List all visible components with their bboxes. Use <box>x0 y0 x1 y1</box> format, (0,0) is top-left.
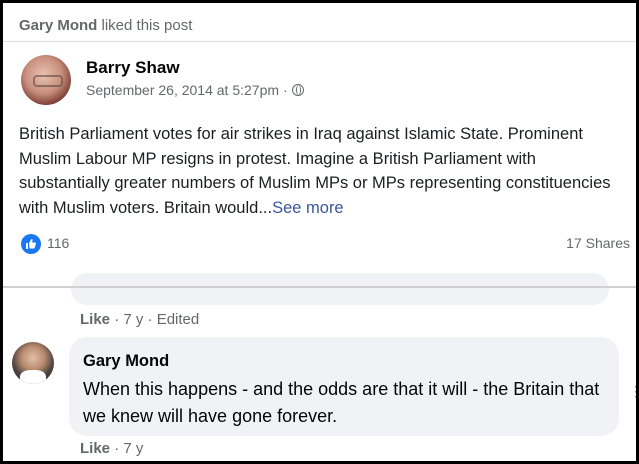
post-author[interactable]: Barry Shaw <box>86 58 180 78</box>
activity-actor[interactable]: Gary Mond <box>19 17 97 34</box>
screenshot-separator <box>3 286 636 288</box>
more-options-icon[interactable]: ⋮ <box>629 383 636 400</box>
commenter-avatar[interactable] <box>12 342 54 384</box>
meta-separator: · <box>283 82 288 98</box>
activity-header: Gary Mond liked this post <box>19 17 192 34</box>
share-count[interactable]: 17 Shares <box>566 235 630 251</box>
comment-text: When this happens - and the odds are tha… <box>83 379 600 426</box>
like-reaction-icon[interactable] <box>21 234 41 254</box>
comment-actions: Like · 7 y <box>80 440 143 457</box>
avatar-glasses <box>33 75 63 87</box>
previous-comment-like-button[interactable]: Like <box>80 311 110 328</box>
author-avatar[interactable] <box>21 55 71 105</box>
previous-comment-bubble <box>71 273 609 305</box>
activity-action: liked this post <box>101 17 193 34</box>
comment-meta: · 7 y <box>114 440 144 457</box>
like-count[interactable]: 116 <box>47 235 69 251</box>
thumbs-up-icon <box>26 239 36 249</box>
previous-comment-meta: · 7 y · Edited <box>114 311 200 328</box>
see-more-link[interactable]: See more <box>272 199 344 217</box>
header-divider <box>3 41 636 42</box>
post-timestamp[interactable]: September 26, 2014 at 5:27pm <box>86 82 279 98</box>
previous-comment-actions: Like · 7 y · Edited <box>80 311 199 328</box>
post-text: British Parliament votes for air strikes… <box>19 122 624 220</box>
post-card: Gary Mond liked this post Barry Shaw Sep… <box>3 3 636 461</box>
post-meta: September 26, 2014 at 5:27pm · <box>86 82 304 98</box>
avatar-shirt <box>20 370 46 384</box>
globe-icon <box>291 84 304 96</box>
commenter-name[interactable]: Gary Mond <box>83 352 169 371</box>
comment-like-button[interactable]: Like <box>80 440 110 457</box>
